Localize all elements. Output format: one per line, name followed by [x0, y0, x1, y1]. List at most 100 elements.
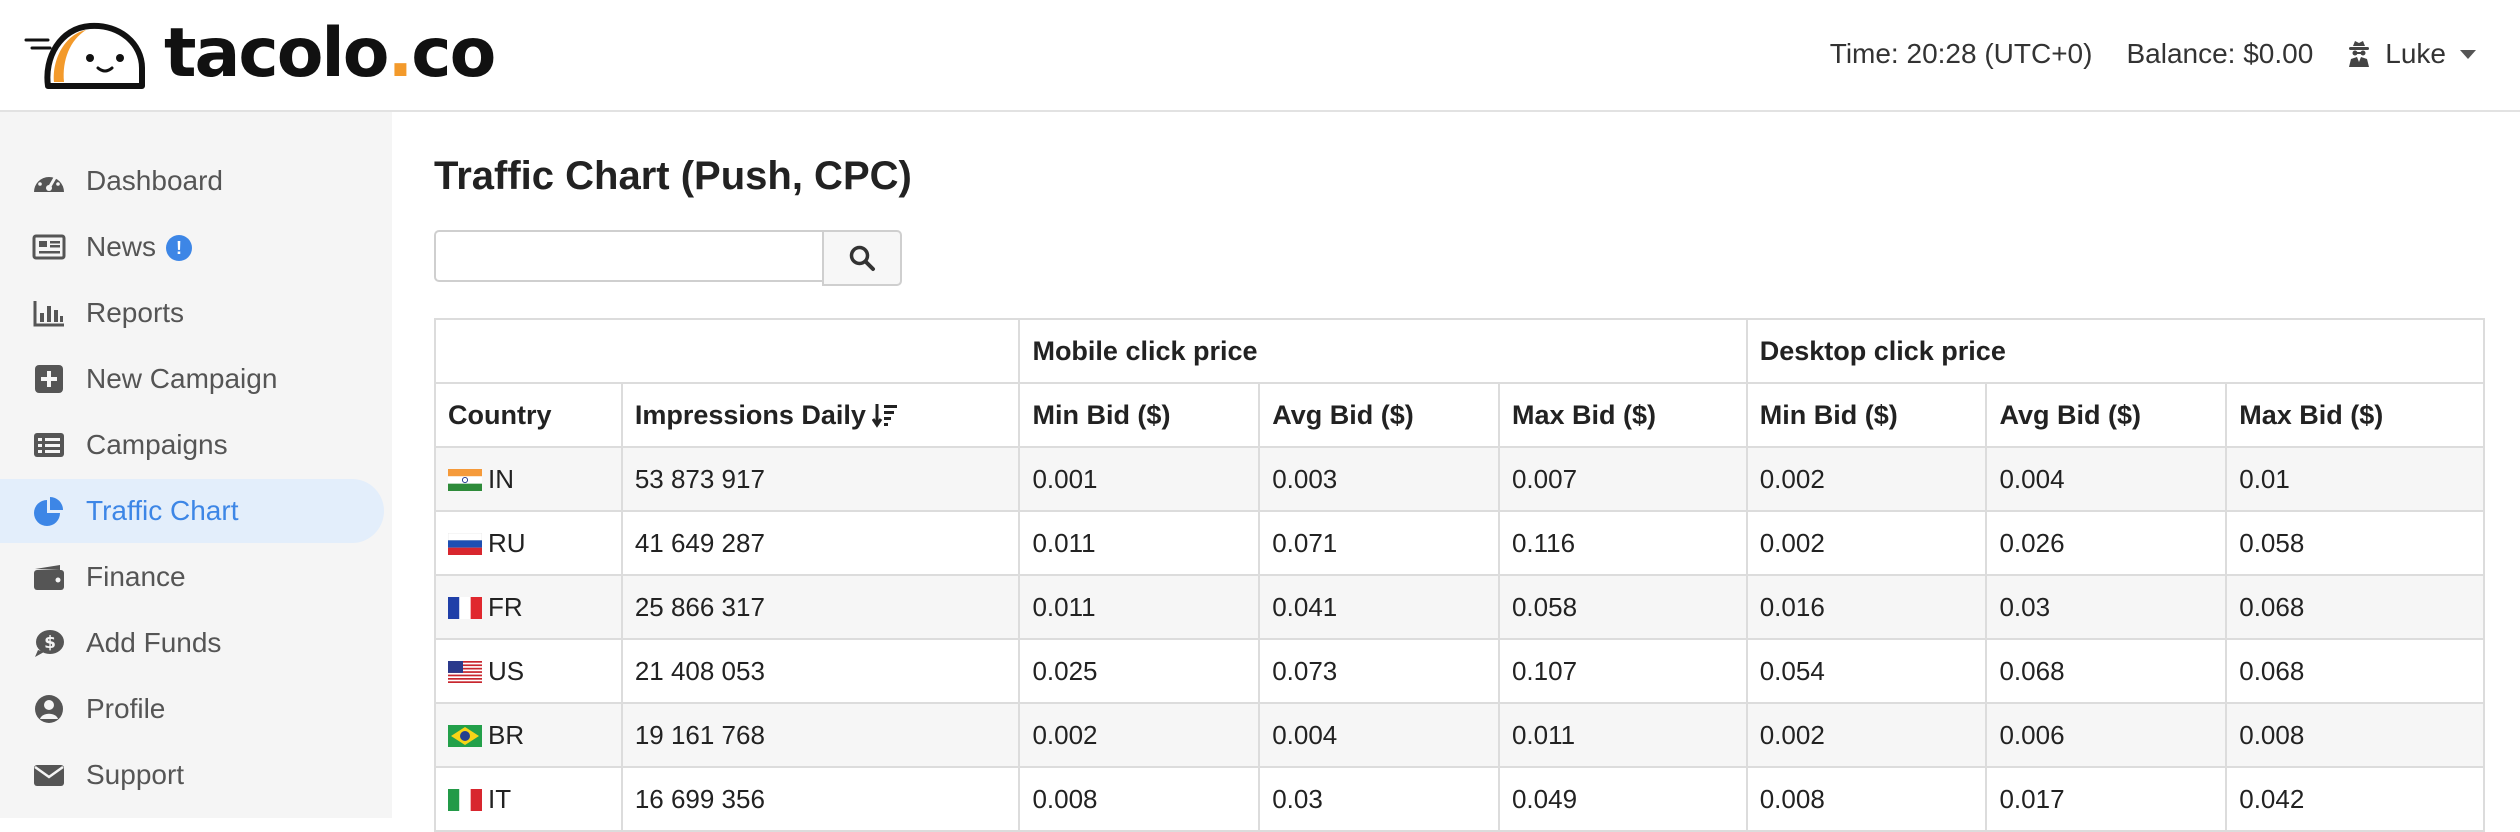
country-cell: IN: [434, 446, 623, 512]
table-group-header-row: Mobile click price Desktop click price: [433, 318, 2486, 384]
france-flag-icon: [448, 596, 482, 619]
column-header-desktop-avg-bid[interactable]: Avg Bid ($): [1985, 382, 2228, 448]
search-button[interactable]: [822, 230, 902, 286]
russia-flag-icon: [448, 532, 482, 555]
sidebar-item-dashboard[interactable]: Dashboard: [0, 149, 384, 213]
mobile-avg-bid-cell: 0.004: [1258, 702, 1500, 768]
sidebar-item-support[interactable]: Support: [0, 743, 384, 807]
sort-amount-down-icon: [871, 403, 897, 428]
group-header-blank: [433, 318, 1021, 384]
impressions-cell: 19 161 768: [620, 702, 1021, 768]
sidebar-item-add-funds[interactable]: $ Add Funds: [0, 611, 384, 675]
group-header-desktop: Desktop click price: [1745, 318, 2486, 384]
desktop-max-bid-cell: 0.068: [2225, 574, 2485, 640]
desktop-avg-bid-cell: 0.068: [1985, 638, 2228, 704]
desktop-max-bid-cell: 0.068: [2225, 638, 2485, 704]
sidebar-item-label: Add Funds: [86, 627, 222, 658]
bar-chart-icon: [33, 301, 64, 327]
server-time: Time: 20:28 (UTC+0): [1829, 38, 2093, 69]
search-input[interactable]: [434, 230, 822, 282]
sidebar-item-reports[interactable]: Reports: [0, 281, 384, 345]
sidebar-item-label: Traffic Chart: [86, 495, 239, 526]
table-row: BR 19 161 768 0.002 0.004 0.011 0.002 0.…: [434, 702, 2485, 768]
country-cell: IT: [434, 766, 623, 832]
country-cell: FR: [434, 574, 623, 640]
sidebar-item-label: Dashboard: [86, 165, 223, 196]
impressions-cell: 21 408 053: [620, 638, 1021, 704]
sidebar-item-finance[interactable]: Finance: [0, 545, 384, 609]
sidebar-item-label: Reports: [86, 297, 185, 328]
user-circle-icon: [35, 695, 63, 723]
mobile-max-bid-cell: 0.011: [1497, 702, 1748, 768]
sidebar-item-label: New Campaign: [86, 363, 278, 394]
country-cell: BR: [434, 702, 623, 768]
search-bar: [434, 230, 902, 286]
search-icon: [849, 245, 875, 271]
mobile-max-bid-cell: 0.058: [1497, 574, 1748, 640]
column-header-impressions[interactable]: Impressions Daily: [620, 382, 1021, 448]
table-header-row: Country Impressions Daily Min Bid ($) Av…: [434, 382, 2485, 448]
mobile-avg-bid-cell: 0.073: [1258, 638, 1500, 704]
column-header-country[interactable]: Country: [434, 382, 623, 448]
main-content: Traffic Chart (Push, CPC) Mobile click p…: [392, 112, 2520, 832]
taco-mascot-icon: [24, 22, 145, 89]
desktop-max-bid-cell: 0.01: [2225, 446, 2485, 512]
sidebar-item-news[interactable]: News!: [0, 215, 384, 279]
desktop-avg-bid-cell: 0.017: [1985, 766, 2228, 832]
desktop-avg-bid-cell: 0.026: [1985, 510, 2228, 576]
chevron-down-icon: [2460, 49, 2476, 59]
user-secret-icon: [2349, 41, 2370, 67]
desktop-max-bid-cell: 0.058: [2225, 510, 2485, 576]
sidebar-nav: Dashboard News! Reports New Campaign Cam…: [0, 112, 392, 818]
india-flag-icon: [448, 468, 482, 491]
top-header: tacolo.co Time: 20:28 (UTC+0) Balance: $…: [0, 0, 2520, 112]
sidebar-item-label: News!: [86, 231, 193, 263]
column-header-desktop-min-bid[interactable]: Min Bid ($): [1745, 382, 1988, 448]
account-balance: Balance: $0.00: [2126, 38, 2314, 69]
impressions-cell: 41 649 287: [620, 510, 1021, 576]
sidebar-item-label: Support: [86, 759, 185, 790]
mobile-max-bid-cell: 0.007: [1497, 446, 1748, 512]
desktop-min-bid-cell: 0.016: [1745, 574, 1988, 640]
impressions-cell: 16 699 356: [620, 766, 1021, 832]
sidebar-item-label: Finance: [86, 561, 186, 592]
column-header-mobile-avg-bid[interactable]: Avg Bid ($): [1258, 382, 1500, 448]
italy-flag-icon: [448, 788, 482, 811]
impressions-cell: 53 873 917: [620, 446, 1021, 512]
mobile-max-bid-cell: 0.049: [1497, 766, 1748, 832]
mobile-avg-bid-cell: 0.041: [1258, 574, 1500, 640]
sidebar-item-new-campaign[interactable]: New Campaign: [0, 347, 384, 411]
desktop-min-bid-cell: 0.002: [1745, 702, 1988, 768]
mobile-min-bid-cell: 0.001: [1018, 446, 1261, 512]
table-row: FR 25 866 317 0.011 0.041 0.058 0.016 0.…: [434, 574, 2485, 640]
brand-logo[interactable]: tacolo.co: [24, 14, 496, 94]
sidebar-item-traffic-chart[interactable]: Traffic Chart: [0, 479, 384, 543]
tachometer-icon: [34, 174, 64, 192]
header-status: Time: 20:28 (UTC+0) Balance: $0.00 Luke: [1796, 30, 2476, 78]
table-row: RU 41 649 287 0.011 0.071 0.116 0.002 0.…: [434, 510, 2485, 576]
brazil-flag-icon: [448, 724, 482, 747]
traffic-table: Mobile click price Desktop click price C…: [433, 318, 2486, 832]
sidebar-item-label: Profile: [86, 693, 166, 724]
plus-square-icon: [35, 365, 63, 393]
desktop-avg-bid-cell: 0.004: [1985, 446, 2228, 512]
desktop-avg-bid-cell: 0.006: [1985, 702, 2228, 768]
list-icon: [34, 433, 64, 457]
desktop-min-bid-cell: 0.054: [1745, 638, 1988, 704]
pie-chart-icon: [34, 497, 63, 526]
desktop-min-bid-cell: 0.008: [1745, 766, 1988, 832]
mobile-min-bid-cell: 0.011: [1018, 510, 1261, 576]
mobile-min-bid-cell: 0.011: [1018, 574, 1261, 640]
user-menu[interactable]: Luke: [2347, 38, 2476, 70]
column-header-mobile-max-bid[interactable]: Max Bid ($): [1497, 382, 1748, 448]
envelope-icon: [34, 765, 64, 786]
country-cell: US: [434, 638, 623, 704]
column-header-mobile-min-bid[interactable]: Min Bid ($): [1018, 382, 1261, 448]
table-row: IT 16 699 356 0.008 0.03 0.049 0.008 0.0…: [434, 766, 2485, 832]
sidebar-item-profile[interactable]: Profile: [0, 677, 384, 741]
column-header-desktop-max-bid[interactable]: Max Bid ($): [2225, 382, 2485, 448]
mobile-min-bid-cell: 0.002: [1018, 702, 1261, 768]
sidebar-item-campaigns[interactable]: Campaigns: [0, 413, 384, 477]
mobile-avg-bid-cell: 0.03: [1258, 766, 1500, 832]
svg-text:$: $: [44, 633, 56, 653]
